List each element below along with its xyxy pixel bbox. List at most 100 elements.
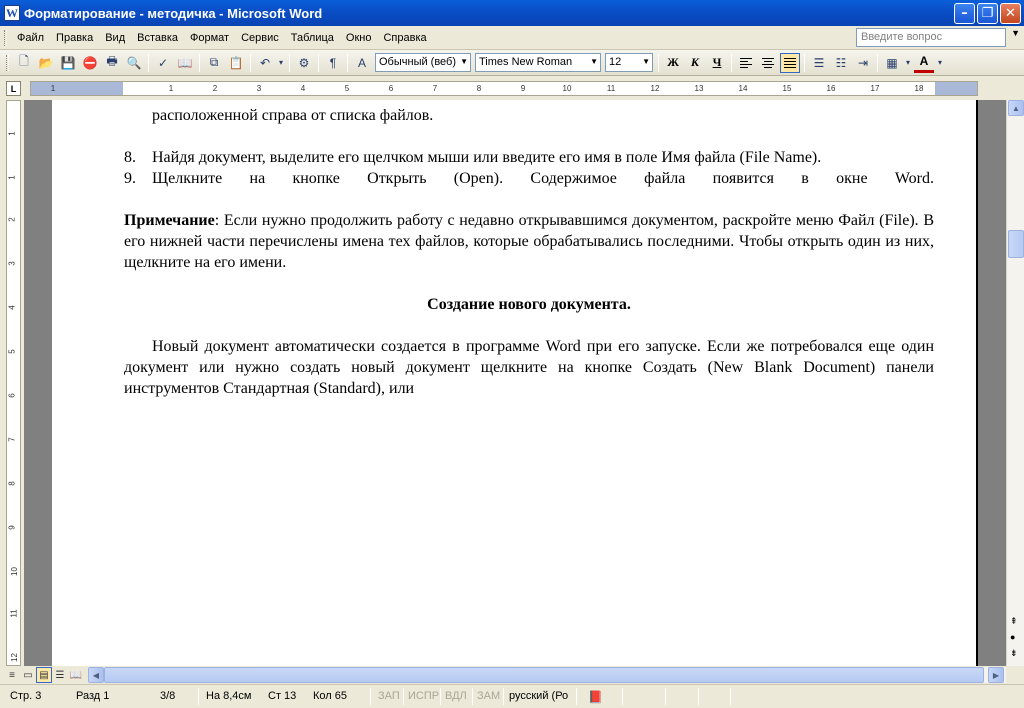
vertical-scrollbar[interactable]: ▲ ⇞ ● ⇟ [1006,100,1024,666]
copy-icon[interactable]: ⧉ [204,53,224,73]
scroll-right-icon[interactable]: ▶ [988,667,1004,683]
status-section: Разд 1 [76,690,110,702]
status-extend[interactable]: ВДЛ [445,690,467,702]
menu-file[interactable]: Файл [11,32,50,44]
align-center-icon[interactable] [758,53,778,73]
style-select[interactable]: Обычный (веб) ▼ [375,53,471,72]
page-text[interactable]: расположенной справа от списка файлов. 8… [124,100,934,399]
numbering-icon[interactable]: ☰ [809,53,829,73]
page[interactable]: расположенной справа от списка файлов. 8… [52,100,978,666]
menu-edit[interactable]: Правка [50,32,99,44]
outline-view-icon[interactable]: ☰ [52,667,68,683]
align-left-icon[interactable] [736,53,756,73]
bullets-icon[interactable]: ☷ [831,53,851,73]
ruler-tick: 14 [738,84,748,93]
menu-table[interactable]: Таблица [285,32,340,44]
toolbar-grip[interactable] [6,54,9,71]
web-layout-icon[interactable]: ▭ [20,667,36,683]
restore-button[interactable]: ❐ [977,3,998,24]
paste-icon[interactable]: 📋 [226,53,246,73]
select-browse-object-icon[interactable]: ● [1010,632,1015,642]
font-color-dropdown-icon[interactable]: ▾ [936,53,944,73]
menu-window[interactable]: Окно [340,32,378,44]
tab-selector[interactable]: L [6,81,21,96]
print-icon[interactable]: 🖶 [102,53,122,73]
italic-button[interactable]: К [685,53,705,73]
status-pages: 3/8 [160,690,176,702]
horizontal-ruler[interactable]: 1 1 2 3 4 5 6 7 8 9 10 11 12 13 14 15 16… [30,81,978,96]
menu-close-icon[interactable]: ▼ [1011,28,1020,38]
ruler-tick: 1 [7,175,17,180]
borders-dropdown-icon[interactable]: ▾ [904,53,912,73]
ruler-tick: 13 [694,84,704,93]
print-layout-icon[interactable]: ▤ [36,667,52,683]
next-page-icon[interactable]: ⇟ [1010,648,1018,659]
toolbar: 🗋 📂 💾 ⛔ 🖶 🔍 ✓ 📖 ⧉ 📋 ↶ ▾ ⚙ ¶ A Обычный (в… [0,50,1024,76]
research-icon[interactable]: 📖 [175,53,195,73]
font-color-icon[interactable]: A [914,53,934,73]
reading-layout-icon[interactable]: 📖 [68,667,84,683]
menu-help[interactable]: Справка [377,32,432,44]
spelling-icon[interactable]: ✓ [153,53,173,73]
status-record[interactable]: ЗАП [378,690,400,702]
list-number: 9. [124,170,136,187]
horizontal-scroll-thumb[interactable] [104,667,984,683]
font-size-select[interactable]: 12 ▼ [605,53,653,72]
note-label: Примечание [124,212,215,229]
indent-icon[interactable]: ⇥ [853,53,873,73]
font-select-value: Times New Roman [479,56,573,68]
chevron-down-icon: ▼ [642,57,650,66]
menu-view[interactable]: Вид [99,32,131,44]
underline-button[interactable]: Ч [707,53,727,73]
borders-icon[interactable]: ▦ [882,53,902,73]
word-app-icon[interactable]: W [4,5,20,21]
show-hide-icon[interactable]: ¶ [323,53,343,73]
menu-grip[interactable] [4,29,7,46]
undo-icon[interactable]: ↶ [255,53,275,73]
drawing-icon[interactable]: ⚙ [294,53,314,73]
status-track-changes[interactable]: ИСПР [408,690,439,702]
note-paragraph: Примечание: Если нужно продолжить работу… [124,210,934,273]
minimize-button[interactable]: – [954,3,975,24]
menu-format[interactable]: Формат [184,32,235,44]
menu-insert[interactable]: Вставка [131,32,184,44]
undo-dropdown-icon[interactable]: ▾ [277,53,285,73]
justify-icon[interactable] [780,52,800,73]
ruler-tick: 9 [7,525,17,530]
permission-icon[interactable]: ⛔ [80,53,100,73]
scroll-thumb[interactable] [1008,230,1024,258]
scroll-left-icon[interactable]: ◀ [88,667,104,683]
ruler-tick: 3 [7,261,17,266]
ruler-tick: 9 [520,84,526,93]
ruler-tick: 3 [256,84,262,93]
ruler-tick: 12 [9,653,19,662]
help-search-input[interactable]: Введите вопрос [856,28,1006,47]
print-preview-icon[interactable]: 🔍 [124,53,144,73]
styles-icon[interactable]: A [352,53,372,73]
status-overtype[interactable]: ЗАМ [477,690,500,702]
font-select[interactable]: Times New Roman ▼ [475,53,601,72]
chevron-down-icon: ▼ [460,57,468,66]
menu-tools[interactable]: Сервис [235,32,285,44]
new-document-icon[interactable]: 🗋 [14,53,34,73]
ruler-tick: 5 [344,84,350,93]
previous-page-icon[interactable]: ⇞ [1010,616,1018,627]
ruler-tick: 11 [606,84,616,93]
list-number: 8. [124,149,136,166]
open-folder-icon[interactable]: 📂 [36,53,56,73]
ruler-tick: 8 [476,84,482,93]
close-button[interactable]: ✕ [1000,3,1021,24]
save-icon[interactable]: 💾 [58,53,78,73]
list-text: Щелкните на кнопке Открыть (Open). Содер… [152,170,934,187]
menu-bar: Файл Правка Вид Вставка Формат Сервис Та… [0,26,1024,50]
horizontal-scrollbar[interactable]: ◀ ▶ [88,667,1006,683]
spelling-status-icon[interactable]: 📕 [588,690,603,704]
ruler-tick: 4 [300,84,306,93]
ruler-tick: 10 [9,567,19,576]
ruler-tick: 5 [7,349,17,354]
bold-button[interactable]: Ж [663,53,683,73]
normal-view-icon[interactable]: ≡ [4,667,20,683]
scroll-up-icon[interactable]: ▲ [1008,100,1024,116]
ruler-tick: 18 [914,84,924,93]
vertical-ruler[interactable]: 1 1 2 3 4 5 6 7 8 9 10 11 12 [6,100,21,666]
